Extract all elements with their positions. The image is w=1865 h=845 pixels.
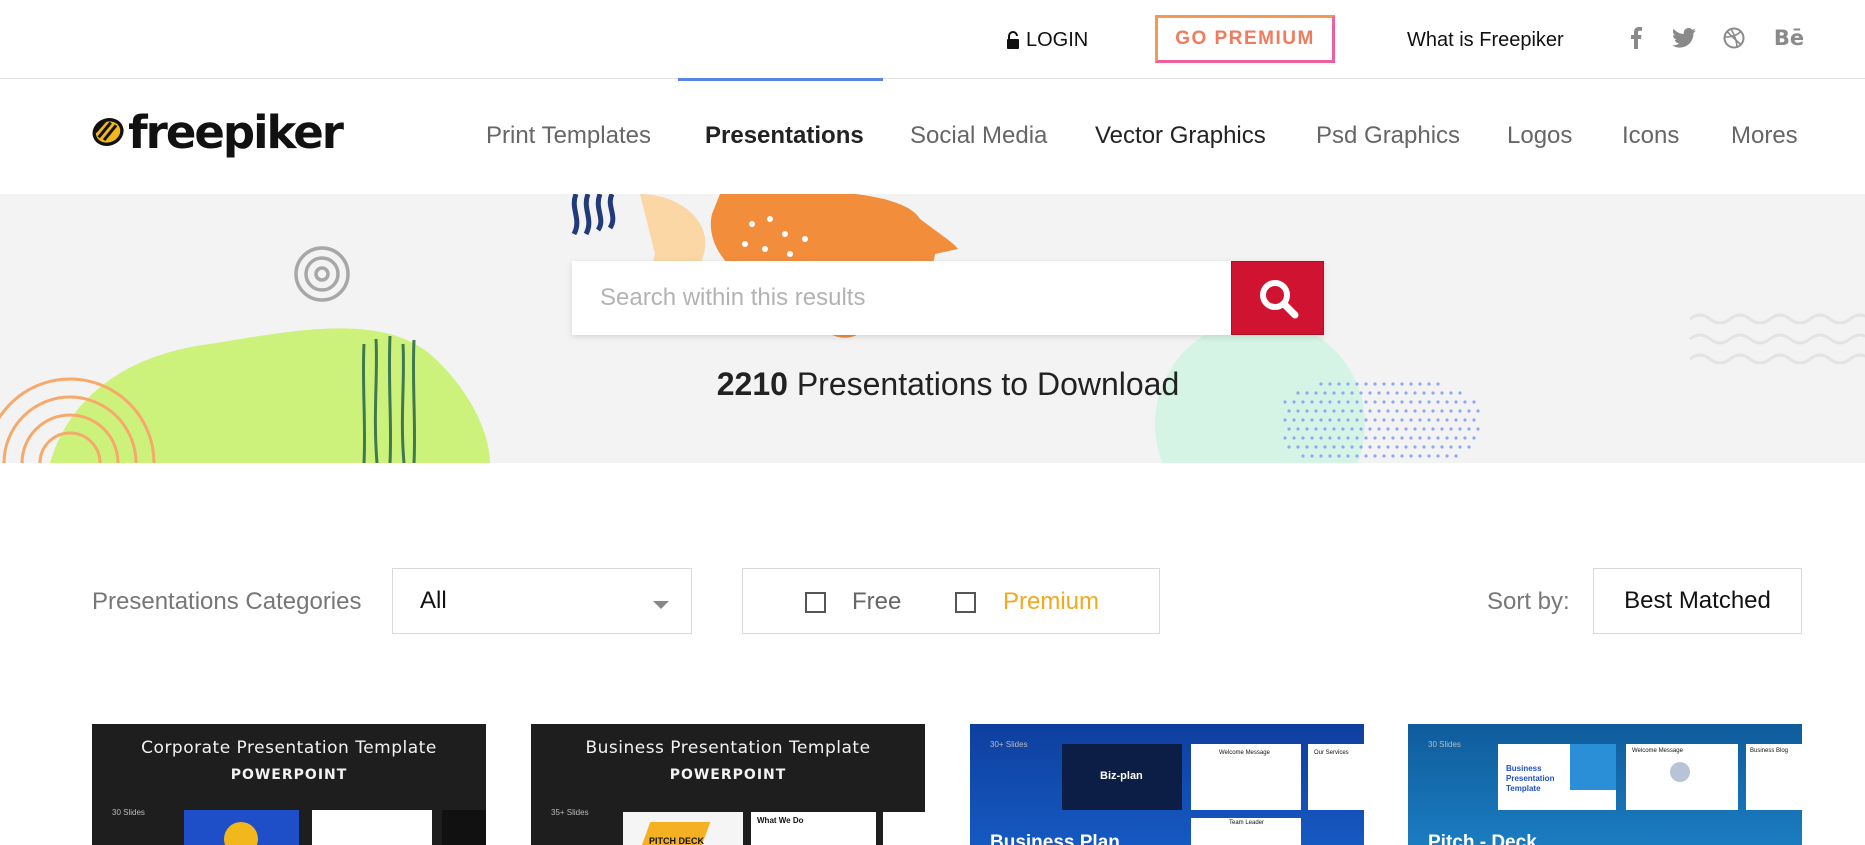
twitter-icon[interactable] <box>1670 22 1698 54</box>
card-title: Pitch - Deck <box>1428 832 1537 845</box>
behance-icon[interactable]: Bē <box>1773 22 1805 54</box>
nav-vector-graphics[interactable]: Vector Graphics <box>1095 116 1266 156</box>
card-thumbnail: Welcome Message <box>1626 744 1738 810</box>
card-thumb-label: Business Blog <box>1750 748 1789 754</box>
top-bar: LOGIN GO PREMIUM What is Freepiker Bē <box>0 0 1865 79</box>
search-icon <box>1259 280 1298 319</box>
category-label: Presentations Categories <box>92 588 362 615</box>
nav-psd-graphics[interactable]: Psd Graphics <box>1316 116 1460 156</box>
free-checkbox[interactable] <box>805 592 826 613</box>
card-title: Business Plan <box>990 832 1120 845</box>
card-thumbnail <box>442 810 486 845</box>
chevron-down-icon <box>653 601 669 609</box>
card-slide-count: 30+ Slides <box>990 740 1028 749</box>
facebook-icon[interactable] <box>1627 22 1645 54</box>
card-thumb-label: Business Presentation Template <box>1506 764 1555 793</box>
lock-icon <box>1007 31 1019 49</box>
card-thumb-label: Our Services <box>1314 750 1349 756</box>
freepiker-logo[interactable]: freepiker <box>92 105 344 159</box>
category-value: All <box>420 587 447 614</box>
premium-label[interactable]: Premium <box>1003 587 1099 617</box>
license-filter: Free Premium <box>742 568 1160 634</box>
free-label[interactable]: Free <box>852 587 901 617</box>
sort-label: Sort by: <box>1487 588 1570 615</box>
card-thumbnail <box>184 810 299 845</box>
card-thumb-label: Team Leader <box>1229 820 1265 826</box>
card-thumbnail: PITCH DECK <box>623 812 743 845</box>
card-thumb-label: What We Do <box>757 816 804 825</box>
premium-checkbox[interactable] <box>955 592 976 613</box>
card-thumbnail <box>312 810 432 845</box>
card-thumbnail: Team Leader <box>1191 818 1301 845</box>
dribbble-icon[interactable] <box>1721 22 1747 54</box>
template-card[interactable]: 30 Slides Business Presentation Template… <box>1408 724 1802 845</box>
go-premium-button[interactable]: GO PREMIUM <box>1155 15 1335 63</box>
card-thumb-label: PITCH DECK <box>649 836 705 845</box>
card-thumbnail: Business Presentation Template <box>1498 744 1616 810</box>
nav-social-media[interactable]: Social Media <box>910 116 1047 156</box>
template-card[interactable]: Business Presentation Template POWERPOIN… <box>531 724 925 845</box>
card-subtitle: POWERPOINT <box>230 767 348 783</box>
nav-print-templates[interactable]: Print Templates <box>486 116 651 156</box>
nav-mores[interactable]: Mores <box>1731 116 1798 156</box>
logo-text: freepiker <box>128 105 344 159</box>
results-text: Presentations to Download <box>796 366 1180 402</box>
search-input[interactable] <box>572 261 1231 335</box>
card-title: Business Presentation Template <box>585 738 871 758</box>
card-thumb-label: Welcome Message <box>1219 750 1270 756</box>
logo-mark-icon <box>92 118 124 146</box>
card-slide-count: 35+ Slides <box>551 808 589 817</box>
card-slide-count: 30 Slides <box>112 808 145 817</box>
login-link[interactable]: LOGIN <box>1006 26 1088 54</box>
card-thumbnail: Welcome Message <box>1191 744 1301 810</box>
search-button[interactable] <box>1231 261 1324 335</box>
nav-icons[interactable]: Icons <box>1622 116 1679 156</box>
card-title: Corporate Presentation Template <box>141 738 437 758</box>
card-thumb-label: Biz-plan <box>1100 770 1143 782</box>
card-thumbnail: Biz-plan <box>1062 744 1182 810</box>
behance-text: Bē <box>1773 26 1805 50</box>
nav-active-indicator <box>678 78 883 81</box>
sort-select[interactable]: Best Matched <box>1593 568 1802 634</box>
nav-presentations[interactable]: Presentations <box>705 116 864 156</box>
template-card[interactable]: 30+ Slides Biz-plan Welcome Message Our … <box>970 724 1364 845</box>
card-thumbnail: Business Blog <box>1746 744 1802 810</box>
nav-logos[interactable]: Logos <box>1507 116 1572 156</box>
template-card[interactable]: Corporate Presentation Template POWERPOI… <box>92 724 486 845</box>
card-thumbnail: What We Do <box>751 812 876 845</box>
card-thumbnail <box>883 812 925 845</box>
login-label: LOGIN <box>1026 28 1089 51</box>
card-subtitle: POWERPOINT <box>669 767 787 783</box>
results-count: 2210 <box>716 366 788 402</box>
results-count-heading: 2210 Presentations to Download <box>572 366 1324 408</box>
what-is-freepiker-link[interactable]: What is Freepiker <box>1407 26 1564 54</box>
card-thumb-label: Welcome Message <box>1632 748 1683 754</box>
card-slide-count: 30 Slides <box>1428 740 1461 749</box>
card-thumbnail: Our Services <box>1308 744 1364 810</box>
category-select[interactable]: All <box>392 568 692 634</box>
search-box <box>572 261 1324 335</box>
